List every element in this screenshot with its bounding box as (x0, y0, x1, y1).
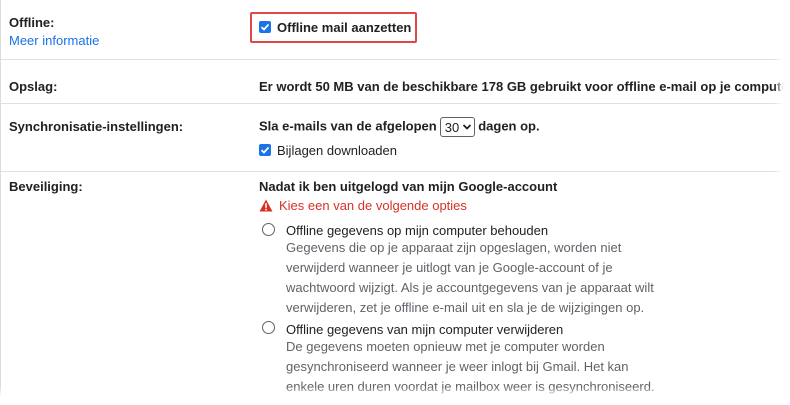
highlight-box (250, 12, 417, 43)
keep-data-desc-line: verwijderen, zet je offline e-mail uit e… (286, 300, 645, 315)
chevron-down-icon (463, 124, 472, 130)
more-info-link[interactable]: Meer informatie (9, 33, 99, 48)
remove-data-desc-line: De gegevens moeten opnieuw met je comput… (286, 339, 605, 354)
days-select[interactable]: 30 (439, 117, 476, 137)
remove-data-desc-line: gesynchroniseerd wanneer je weer inlogt … (286, 359, 629, 374)
remove-data-title[interactable]: Offline gegevens van mijn computer verwi… (286, 322, 785, 337)
security-heading: Nadat ik ben uitgelogd van mijn Google-a… (259, 179, 558, 194)
keep-data-description: Gegevens die op je apparaat zijn opgesla… (286, 238, 785, 318)
attachments-label: Bijlagen downloaden (277, 143, 397, 158)
offline-row: Offline: Meer informatie Offline mail aa… (1, 0, 785, 60)
storage-label: Opslag: (9, 79, 58, 94)
storage-text: Er wordt 50 MB van de beschikbare 178 GB… (259, 79, 785, 94)
keep-data-title[interactable]: Offline gegevens op mijn computer behoud… (286, 223, 785, 238)
sync-row: Synchronisatie-instellingen: Sla e-mails… (1, 103, 785, 172)
torn-edge-right (774, 0, 790, 405)
sync-label: Synchronisatie-instellingen: (9, 119, 184, 134)
warning-text: Kies een van de volgende opties (279, 198, 467, 213)
security-label: Beveiliging: (9, 179, 83, 194)
keep-data-desc-line: Gegevens die op je apparaat zijn opgesla… (286, 240, 622, 255)
sync-text-before: Sla e-mails van de afgelopen (259, 118, 437, 134)
checkmark-icon (260, 146, 270, 154)
attachments-checkbox[interactable] (259, 144, 271, 156)
torn-edge-bottom (0, 387, 790, 405)
attachments-checkbox-row[interactable]: Bijlagen downloaden (259, 143, 785, 158)
storage-row: Opslag: Er wordt 50 MB van de beschikbar… (1, 59, 785, 104)
security-row: Beveiliging: Nadat ik ben uitgelogd van … (1, 171, 785, 398)
keep-data-desc-line: wachtwoord wijzigt. Als je accountgegeve… (286, 280, 654, 295)
remove-data-radio[interactable] (262, 321, 275, 334)
sync-days-line: Sla e-mails van de afgelopen 30 dagen op. (259, 117, 785, 137)
security-warning: Kies een van de volgende opties (259, 198, 785, 213)
warning-icon (259, 199, 273, 212)
offline-settings-panel: Offline: Meer informatie Offline mail aa… (0, 0, 785, 398)
offline-label: Offline: (9, 15, 55, 30)
keep-data-radio[interactable] (262, 223, 275, 236)
sync-text-after: dagen op. (478, 118, 540, 134)
days-value: 30 (444, 119, 460, 135)
keep-data-desc-line: verwijderd wanneer je uitlogt van je Goo… (286, 260, 613, 275)
